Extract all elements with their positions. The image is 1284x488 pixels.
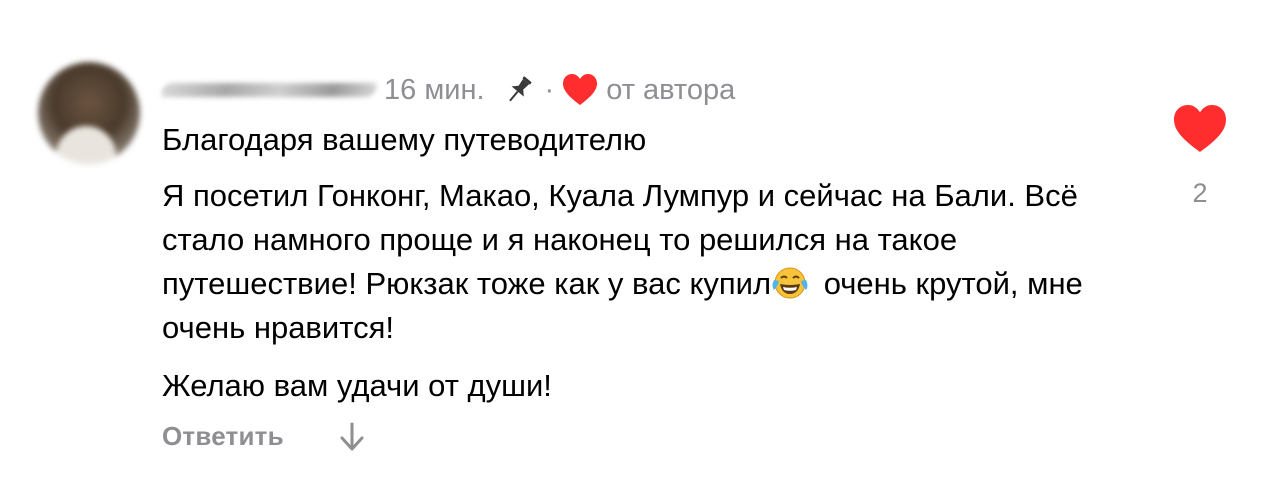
author-name-blurred[interactable] [159,83,379,97]
meta-separator: · [544,73,555,106]
comment-paragraph: Благодаря вашему путеводителю [162,122,647,157]
heart-icon [562,73,598,107]
avatar[interactable] [38,62,140,164]
like-count: 2 [1192,178,1208,208]
like-heart-icon[interactable] [1173,104,1227,154]
comment-body: Благодаря вашему путеводителю Я посетил … [162,118,1142,408]
face-with-tears-of-joy-icon [771,266,809,300]
comment-actions: Ответить [162,416,368,456]
comment-paragraph: Я посетил Гонконг, Макао, Куала Лумпур и… [162,174,1142,350]
comment-paragraph: Желаю вам удачи от души! [162,368,552,403]
arrow-down-icon[interactable] [336,416,368,456]
reply-button[interactable]: Ответить [162,421,284,452]
comment-meta: 16 мин. · от автора [159,70,736,110]
author-tag: от автора [606,73,736,106]
comment-time: 16 мин. [384,73,485,106]
pin-icon [501,72,537,108]
